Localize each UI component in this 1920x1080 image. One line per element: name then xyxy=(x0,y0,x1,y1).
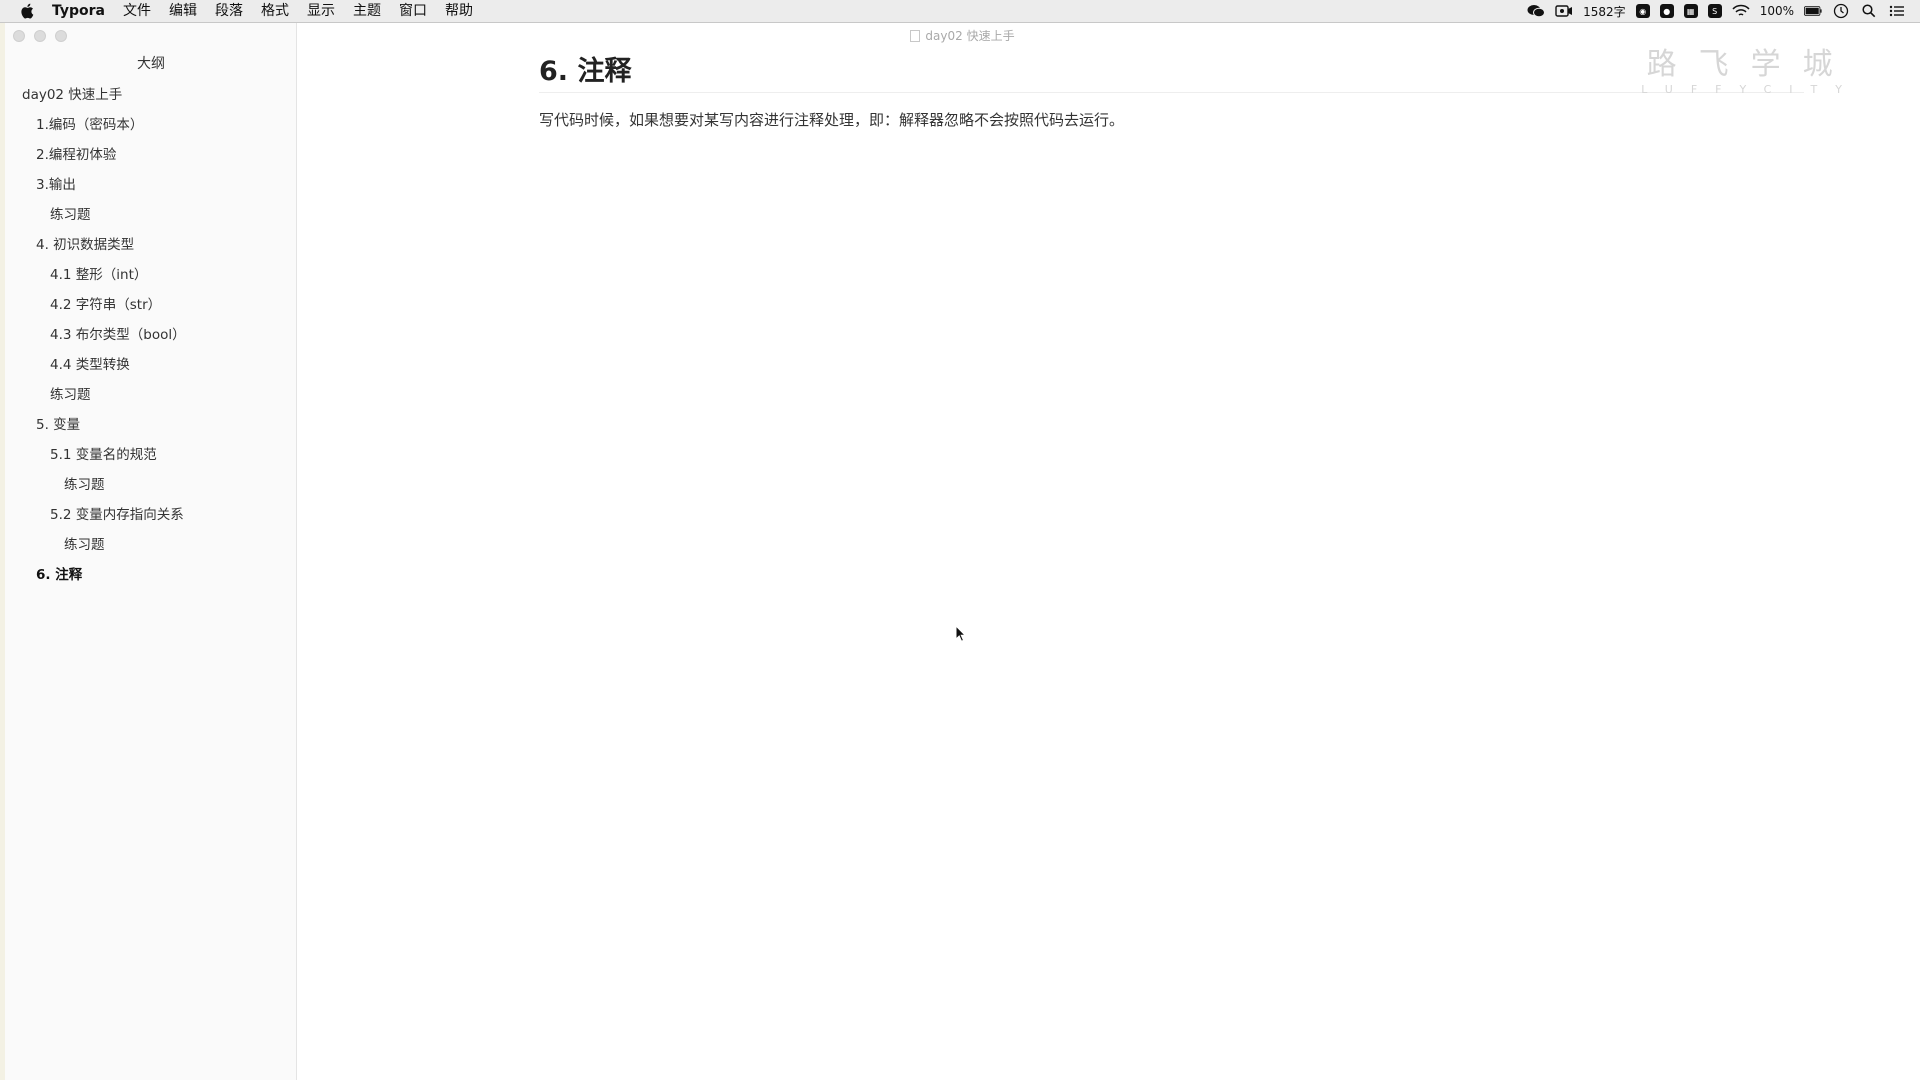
outline-item[interactable]: 练习题 xyxy=(5,200,297,230)
outline-item[interactable]: 1.编码（密码本） xyxy=(5,110,297,140)
menu-file[interactable]: 文件 xyxy=(114,0,160,22)
outline-item[interactable]: 5.1 变量名的规范 xyxy=(5,440,297,470)
watermark-english: LUFFYCITY xyxy=(1641,83,1860,96)
outline-item[interactable]: 练习题 xyxy=(5,380,297,410)
battery-icon[interactable] xyxy=(1804,4,1822,18)
editor-content[interactable]: 6. 注释 写代码时候，如果想要对某写内容进行注释处理，即：解释器忽略不会按照代… xyxy=(297,23,1920,1080)
paragraph[interactable]: 写代码时候，如果想要对某写内容进行注释处理，即：解释器忽略不会按照代码去运行。 xyxy=(539,109,1124,130)
outline-item[interactable]: day02 快速上手 xyxy=(5,80,297,110)
outline-sidebar: 大纲 day02 快速上手 1.编码（密码本） 2.编程初体验 3.输出 练习题… xyxy=(5,23,297,1080)
battery-percent: 100% xyxy=(1759,4,1794,18)
clock-icon[interactable] xyxy=(1832,3,1850,19)
menu-paragraph[interactable]: 段落 xyxy=(206,0,252,22)
menu-theme[interactable]: 主题 xyxy=(344,0,390,22)
word-count[interactable]: 1582字 xyxy=(1583,3,1626,20)
menu-edit[interactable]: 编辑 xyxy=(160,0,206,22)
outline-item[interactable]: 4. 初识数据类型 xyxy=(5,230,297,260)
section-heading[interactable]: 6. 注释 xyxy=(539,49,1804,93)
camera-icon[interactable]: ◉ xyxy=(1635,4,1650,18)
menu-format[interactable]: 格式 xyxy=(252,0,298,22)
sync-icon[interactable]: S xyxy=(1707,4,1722,18)
outline-item-active[interactable]: 6. 注释 xyxy=(5,560,297,590)
outline-list: day02 快速上手 1.编码（密码本） 2.编程初体验 3.输出 练习题 4.… xyxy=(5,80,297,590)
wechat-icon[interactable] xyxy=(1527,4,1546,18)
menu-view[interactable]: 显示 xyxy=(298,0,344,22)
typora-window: 大纲 day02 快速上手 1.编码（密码本） 2.编程初体验 3.输出 练习题… xyxy=(5,23,1920,1080)
notification-center-icon[interactable] xyxy=(1888,4,1906,18)
microphone-icon[interactable]: ● xyxy=(1659,4,1674,18)
outline-item[interactable]: 5.2 变量内存指向关系 xyxy=(5,500,297,530)
outline-item[interactable]: 4.1 整形（int） xyxy=(5,260,297,290)
menu-window[interactable]: 窗口 xyxy=(390,0,436,22)
outline-header: 大纲 xyxy=(137,56,165,72)
watermark-chinese: 路飞学城 xyxy=(1646,47,1855,82)
grid-icon[interactable]: ▦ xyxy=(1683,4,1698,18)
outline-item[interactable]: 练习题 xyxy=(5,470,297,500)
outline-item[interactable]: 4.2 字符串（str） xyxy=(5,290,297,320)
outline-item[interactable]: 3.输出 xyxy=(5,170,297,200)
outline-item[interactable]: 4.4 类型转换 xyxy=(5,350,297,380)
screen-record-icon[interactable] xyxy=(1555,4,1573,18)
menu-bar: Typora 文件 编辑 段落 格式 显示 主题 窗口 帮助 1582字 ◉ ●… xyxy=(0,0,1920,23)
outline-item[interactable]: 2.编程初体验 xyxy=(5,140,297,170)
outline-item[interactable]: 练习题 xyxy=(5,530,297,560)
status-area: 1582字 ◉ ● ▦ S 100% xyxy=(1527,0,1906,22)
spotlight-search-icon[interactable] xyxy=(1860,4,1878,18)
apple-icon[interactable] xyxy=(20,3,34,19)
outline-item[interactable]: 5. 变量 xyxy=(5,410,297,440)
watermark-logo: 路飞学城 LUFFYCITY xyxy=(1641,39,1860,96)
outline-item[interactable]: 4.3 布尔类型（bool） xyxy=(5,320,297,350)
wifi-icon[interactable] xyxy=(1732,4,1750,18)
menu-app-typora[interactable]: Typora xyxy=(50,0,114,22)
menu-help[interactable]: 帮助 xyxy=(436,0,482,22)
mouse-cursor-icon xyxy=(955,625,967,642)
